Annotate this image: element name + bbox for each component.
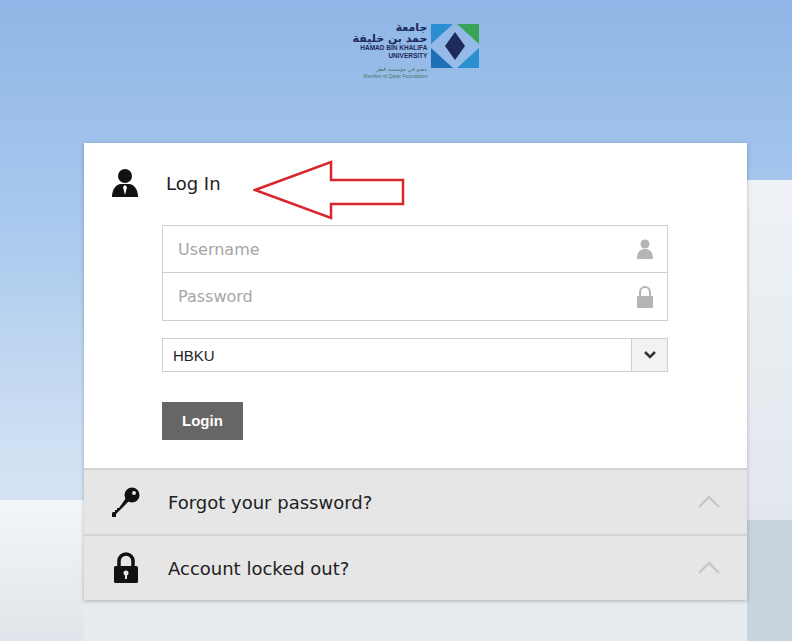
key-icon [110, 486, 142, 518]
lock-icon [110, 552, 142, 584]
accordion-panel[interactable]: Account locked out? [84, 534, 747, 600]
background-building [0, 500, 84, 641]
panel-label: Forgot your password? [168, 492, 697, 513]
red-arrow-icon [253, 160, 409, 220]
logo-english-name: HAMAD BIN KHALIFA [360, 44, 427, 52]
logo-tagline: Member of Qatar Foundation [363, 73, 427, 79]
lock-icon [637, 286, 653, 308]
login-form: HBKU Login [162, 201, 668, 468]
logo-arabic-name: حمد بن خليفة [353, 33, 428, 44]
logo-mark-icon [431, 22, 479, 70]
user-icon [637, 239, 653, 259]
chevron-up-icon[interactable] [697, 495, 721, 509]
header: جامعة حمد بن خليفة HAMAD BIN KHALIFA UNI… [0, 0, 792, 143]
chevron-up-icon[interactable] [697, 561, 721, 575]
accordion-panel[interactable]: Forgot your password? [84, 468, 747, 534]
logo-arabic-name: جامعة [396, 22, 428, 33]
username-input[interactable] [178, 240, 637, 259]
chevron-down-icon [643, 350, 657, 360]
password-field[interactable] [162, 273, 668, 321]
domain-select[interactable]: HBKU [162, 338, 668, 372]
university-logo: جامعة حمد بن خليفة HAMAD BIN KHALIFA UNI… [353, 22, 480, 143]
login-button[interactable]: Login [162, 402, 243, 440]
dropdown-button[interactable] [631, 339, 667, 371]
panel-label: Account locked out? [168, 558, 697, 579]
logo-tagline: عضو في مؤسسة قطر [376, 66, 428, 73]
user-icon [110, 168, 140, 198]
login-title: Log In [166, 173, 221, 194]
logo-english-name: UNIVERSITY [388, 52, 427, 60]
background-building [747, 520, 792, 641]
username-field[interactable] [162, 225, 668, 273]
login-card: Log In HBKU [84, 143, 747, 600]
domain-value: HBKU [163, 339, 631, 371]
background-building [84, 601, 747, 641]
password-input[interactable] [178, 287, 637, 306]
